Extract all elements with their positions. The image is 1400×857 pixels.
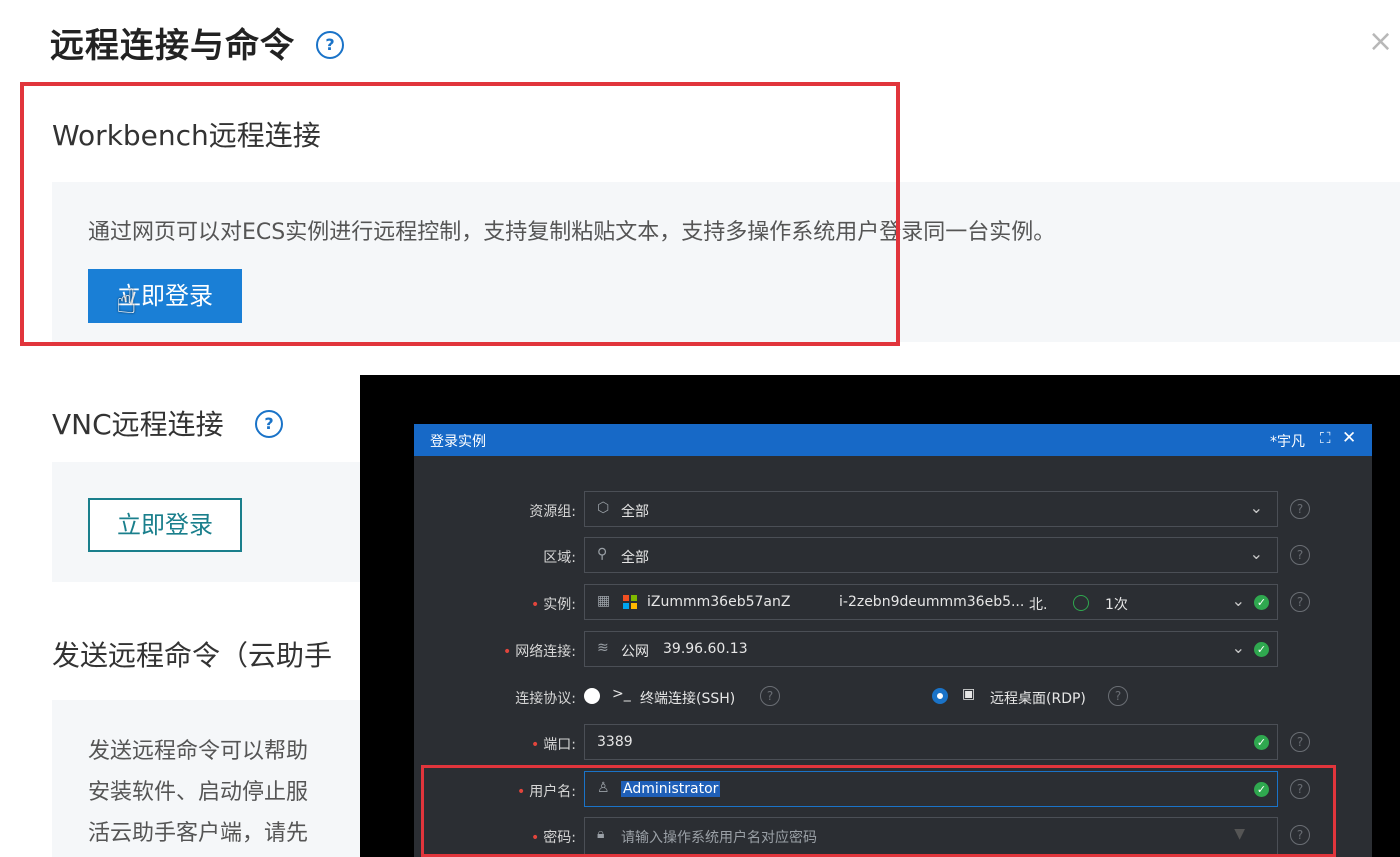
region-label: 区域: [543,550,576,566]
port-label: • 端口: [531,737,576,753]
port-input[interactable]: 3389 ✓ [584,724,1278,760]
help-icon[interactable]: ? [1290,732,1310,752]
vnc-help-icon[interactable]: ? [255,410,283,438]
check-icon: ✓ [1254,735,1269,750]
ssh-label: 终端连接(SSH) [640,691,736,707]
command-description-line: 安装软件、启动停止服 [88,780,309,805]
highlight-box-credentials [421,765,1336,857]
resource-group-select[interactable]: ⬡ 全部 ⌄ [584,491,1278,527]
dialog-user: *宇凡 [1270,434,1305,450]
resource-group-value: 全部 [621,504,649,520]
check-icon: ✓ [1254,642,1269,657]
help-icon[interactable]: ? [316,31,344,59]
power-icon [1073,595,1089,611]
login-count: 1次 [1105,597,1128,613]
dialog-header [414,424,1372,456]
instance-select[interactable]: ▦ iZummm36eb57anZ i-2zebn9deummm36eb5...… [584,584,1278,620]
instance-id: i-2zebn9deummm36eb5... [839,594,1025,610]
instance-label: • 实例: [531,597,576,613]
protocol-label: 连接协议: [515,691,576,707]
region-select[interactable]: ⚲ 全部 ⌄ [584,537,1278,573]
help-icon[interactable]: ? [1290,545,1310,565]
network-label: • 网络连接: [503,644,576,660]
chevron-down-icon: ⌄ [1249,544,1263,563]
network-select[interactable]: ≋ 公网 39.96.60.13 ⌄ ✓ [584,631,1278,667]
server-icon: ▦ [597,593,611,609]
wifi-icon: ≋ [597,640,609,656]
chevron-down-icon: ⌄ [1231,591,1245,610]
instance-name: iZummm36eb57anZ [647,594,791,610]
help-icon[interactable]: ? [1290,592,1310,612]
page-title: 远程连接与命令 [50,26,295,66]
command-description-line: 活云助手客户端，请先 [88,821,309,846]
network-type: 公网 [621,644,649,660]
vnc-section-title: VNC远程连接 [52,408,224,441]
help-icon[interactable]: ? [760,686,780,706]
check-icon: ✓ [1254,595,1269,610]
terminal-icon: >_ [612,686,631,702]
highlight-box-workbench [20,82,900,346]
network-ip: 39.96.60.13 [663,641,748,657]
chevron-down-icon: ⌄ [1249,498,1263,517]
help-icon[interactable]: ? [1290,499,1310,519]
instance-region: 北. [1029,597,1048,613]
vnc-login-button[interactable]: 立即登录 [88,498,242,552]
expand-icon[interactable]: ⛶ [1320,429,1331,447]
dialog-title: 登录实例 [430,434,486,450]
close-icon[interactable]: × [1368,24,1393,59]
resource-group-label: 资源组: [529,504,576,520]
command-section-title: 发送远程命令（云助手 [52,639,333,672]
ssh-radio[interactable] [584,688,600,704]
dialog-close-icon[interactable]: ✕ [1342,428,1356,448]
desktop-icon: ▣ [962,686,976,702]
windows-icon [623,595,637,609]
rdp-label: 远程桌面(RDP) [990,691,1086,707]
command-description-line: 发送远程命令可以帮助 [88,739,309,764]
cube-icon: ⬡ [597,500,610,516]
location-pin-icon: ⚲ [597,546,608,562]
rdp-radio[interactable] [932,688,948,704]
port-value: 3389 [597,734,633,750]
help-icon[interactable]: ? [1108,686,1128,706]
region-value: 全部 [621,550,649,566]
chevron-down-icon: ⌄ [1231,638,1245,657]
